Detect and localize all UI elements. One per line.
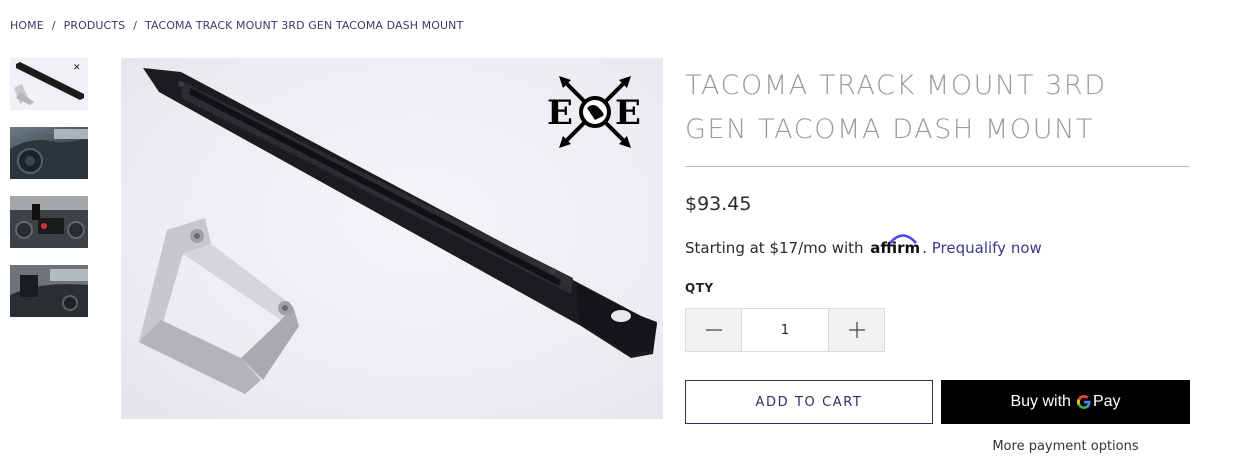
breadcrumb-current: TACOMA TRACK MOUNT 3RD GEN TACOMA DASH M…: [145, 19, 464, 32]
google-g-icon: [1076, 392, 1092, 413]
affirm-arc-icon: [889, 234, 918, 244]
dash-mount-thumbnail-icon: [10, 196, 88, 248]
thumbnail-3[interactable]: [10, 196, 88, 248]
title-divider: [685, 166, 1190, 167]
add-to-cart-button[interactable]: ADD TO CART: [685, 380, 933, 424]
minus-icon: [705, 329, 722, 331]
dash-thumbnail-icon: [10, 129, 88, 179]
affirm-suffix: .: [922, 239, 927, 257]
svg-text:✕: ✕: [73, 63, 81, 73]
affirm-logo-icon: affirm: [870, 234, 920, 257]
eoe-compass-logo-icon: E E: [547, 76, 641, 148]
product-price: $93.45: [685, 193, 752, 215]
dash-interior-thumbnail-icon: [10, 265, 88, 317]
prequalify-link[interactable]: Prequalify now: [932, 239, 1042, 257]
main-product-image[interactable]: E E: [121, 58, 663, 419]
product-thumbnail-icon: ✕: [10, 58, 88, 110]
qty-input[interactable]: [741, 309, 829, 351]
more-payment-options-link[interactable]: More payment options: [941, 439, 1190, 454]
gpay-prefix: Buy with: [1010, 393, 1071, 410]
google-pay-button[interactable]: Buy with Pay: [941, 380, 1190, 424]
product-title: TACOMA TRACK MOUNT 3RD GEN TACOMA DASH M…: [685, 70, 1107, 145]
svg-text:E: E: [547, 93, 573, 133]
breadcrumb-separator: /: [133, 19, 138, 32]
breadcrumb-home[interactable]: HOME: [10, 19, 44, 32]
qty-label: QTY: [685, 281, 714, 295]
affirm-prefix: Starting at $17/mo with: [685, 239, 864, 257]
thumbnail-2[interactable]: [10, 127, 88, 179]
breadcrumb-products[interactable]: PRODUCTS: [64, 19, 126, 32]
qty-decrease-button[interactable]: [686, 309, 741, 351]
quantity-stepper: [685, 308, 885, 352]
product-page: HOME / PRODUCTS / TACOMA TRACK MOUNT 3RD GEN…: [0, 0, 1248, 461]
breadcrumb-separator: /: [51, 19, 56, 32]
affirm-financing: Starting at $17/mo with affirm . Prequal…: [685, 234, 1042, 257]
qty-increase-button[interactable]: [829, 309, 884, 351]
thumbnail-list: ✕: [10, 58, 88, 334]
svg-text:E: E: [615, 93, 641, 133]
thumbnail-1[interactable]: ✕: [10, 58, 88, 110]
product-info: TACOMA TRACK MOUNT 3RD GEN TACOMA DASH M…: [685, 64, 1190, 454]
gpay-pay-text: Pay: [1092, 393, 1121, 410]
plus-icon: [848, 322, 865, 338]
breadcrumb: HOME / PRODUCTS / TACOMA TRACK MOUNT 3RD GEN…: [10, 19, 463, 32]
google-g-logo-icon: [1076, 394, 1091, 409]
thumbnail-4[interactable]: [10, 265, 88, 317]
